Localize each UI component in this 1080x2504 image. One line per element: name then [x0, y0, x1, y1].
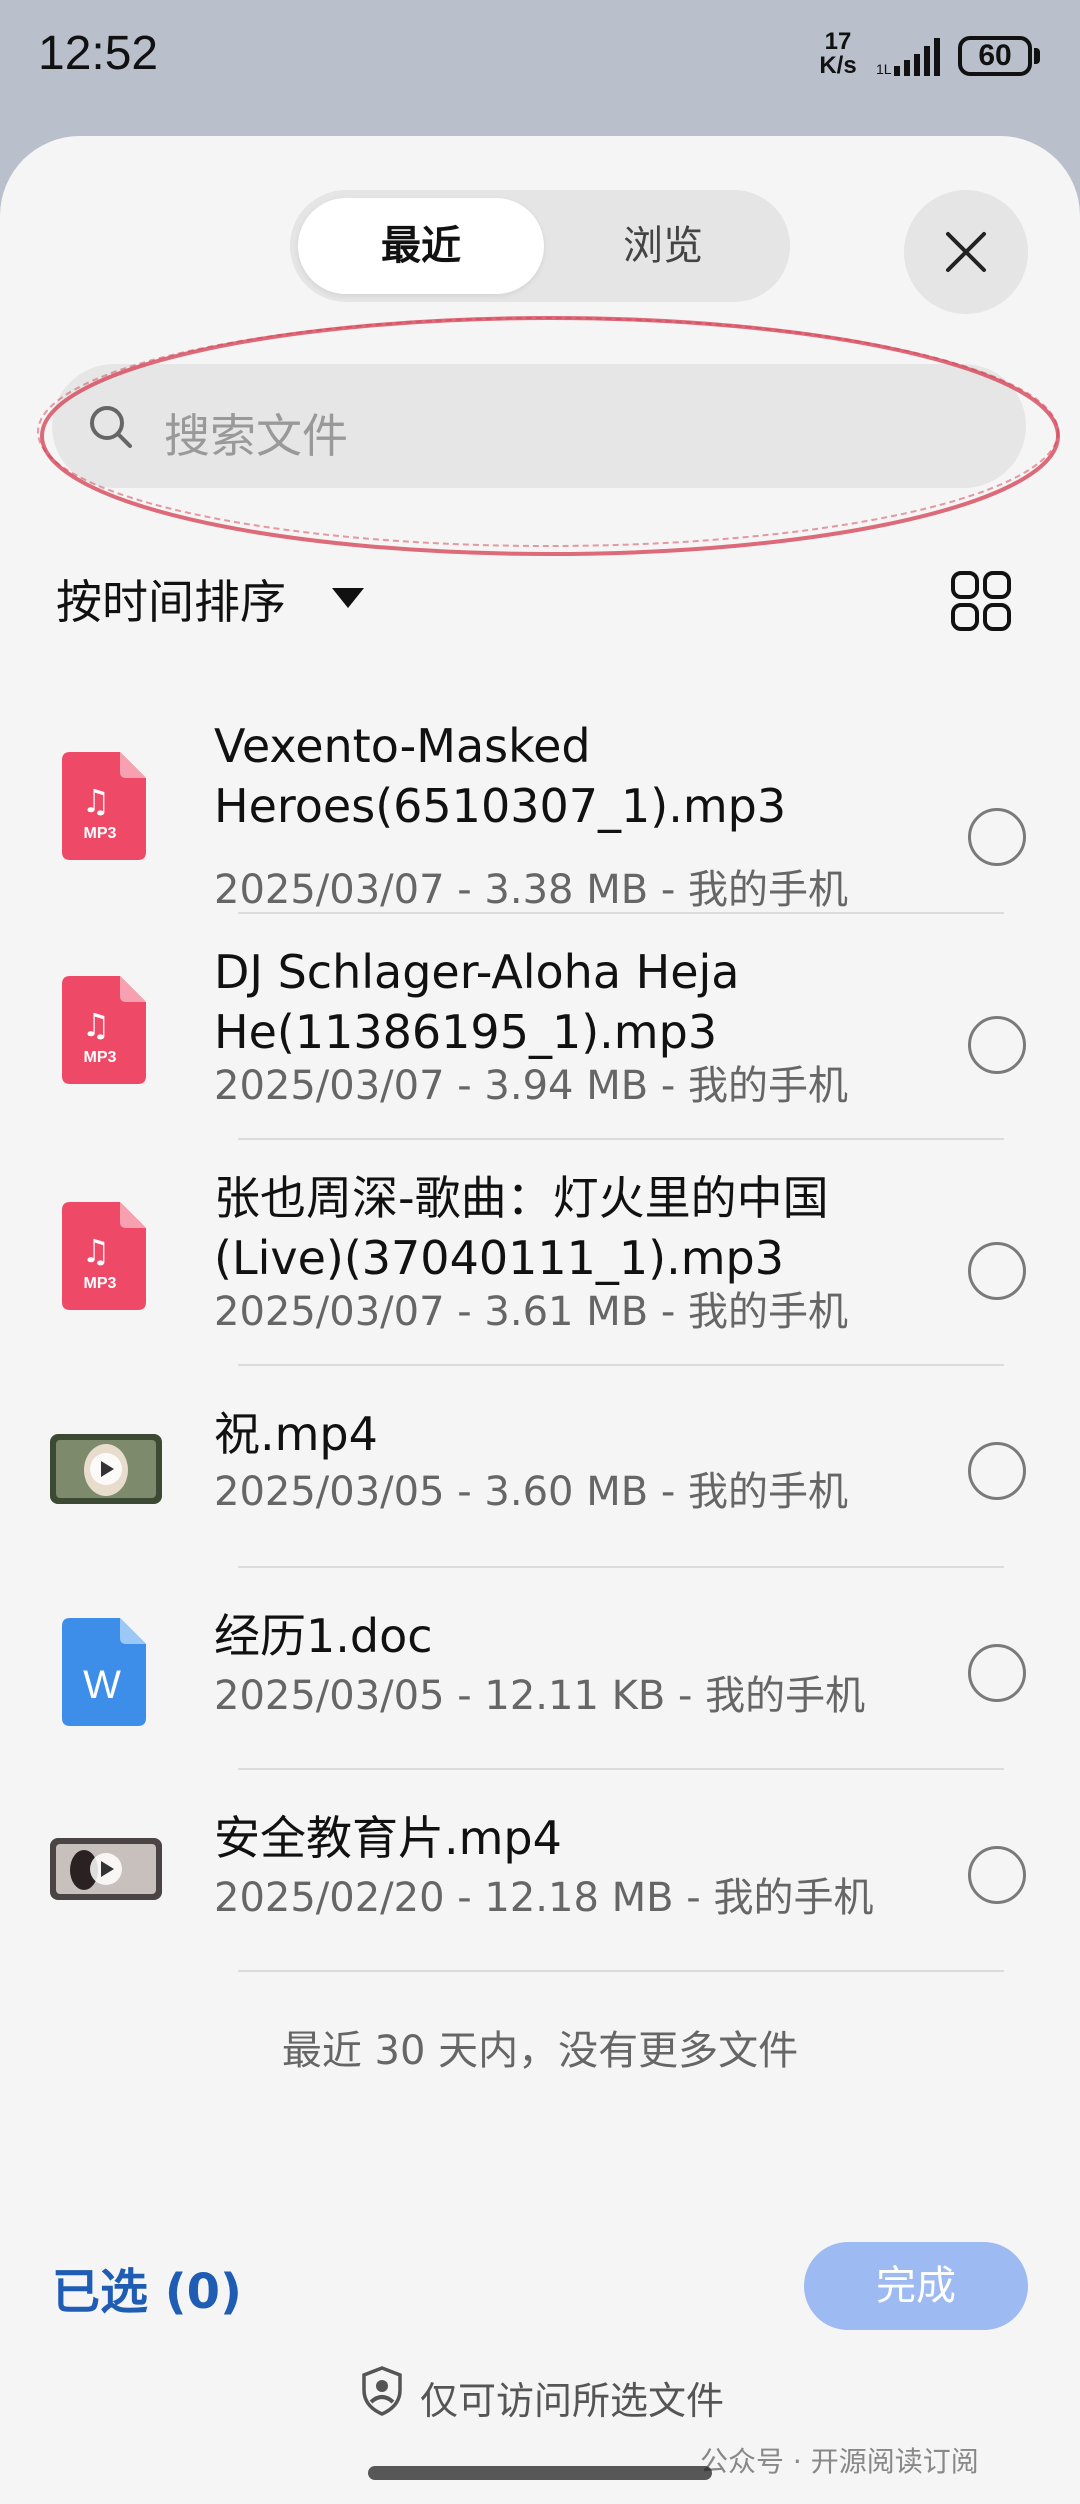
- divider: [238, 1364, 1004, 1366]
- file-name: 张也周深-歌曲：灯火里的中国(Live)(37040111_1).mp3: [214, 1171, 829, 1285]
- no-more-files-note: 最近 30 天内，没有更多文件: [281, 2028, 799, 2074]
- divider: [238, 1566, 1004, 1568]
- divider: [238, 1970, 1004, 1972]
- mp3-badge: MP3: [84, 1275, 117, 1292]
- home-indicator[interactable]: [368, 2466, 712, 2480]
- svg-text:1L: 1L: [876, 61, 892, 77]
- tab-switcher: 最近 浏览: [290, 190, 790, 302]
- done-button[interactable]: 完成: [804, 2242, 1028, 2330]
- network-speed-unit: K/s: [819, 52, 857, 79]
- file-name: 安全教育片.mp4: [214, 1811, 562, 1865]
- file-name: 祝.mp4: [214, 1407, 378, 1461]
- tab-browse[interactable]: 浏览: [544, 198, 782, 294]
- mp3-file-icon: ♫ MP3: [62, 752, 146, 860]
- battery-icon: 60: [958, 36, 1032, 76]
- network-speed-value: 17: [824, 28, 852, 55]
- mp3-file-icon: ♫ MP3: [62, 1202, 146, 1310]
- divider: [238, 1768, 1004, 1770]
- svg-text:♫: ♫: [82, 1232, 111, 1270]
- word-doc-icon: W: [62, 1618, 146, 1726]
- file-name: DJ Schlager-Aloha Heja He(11386195_1).mp…: [214, 945, 740, 1059]
- network-speed: 17 K/s: [814, 30, 862, 78]
- select-radio[interactable]: [968, 808, 1026, 866]
- wechat-watermark: 公众号 · 开源阅读订阅: [700, 2445, 979, 2478]
- file-meta: 2025/03/05 - 3.60 MB - 我的手机: [214, 1469, 849, 1515]
- privacy-text: 仅可访问所选文件: [420, 2379, 725, 2423]
- file-meta: 2025/03/07 - 3.38 MB - 我的手机: [214, 867, 849, 913]
- select-radio[interactable]: [968, 1644, 1026, 1702]
- select-radio[interactable]: [968, 1442, 1026, 1500]
- battery-tip: [1034, 48, 1040, 64]
- selected-count[interactable]: 已选 (0): [52, 2252, 242, 2322]
- mp3-badge: MP3: [84, 1049, 117, 1066]
- sort-selector[interactable]: 按时间排序: [56, 566, 286, 632]
- file-meta: 2025/02/20 - 12.18 MB - 我的手机: [214, 1875, 874, 1921]
- mp3-badge: MP3: [84, 825, 117, 842]
- divider: [238, 912, 1004, 914]
- video-thumbnail: [50, 1838, 162, 1900]
- select-radio[interactable]: [968, 1846, 1026, 1904]
- close-button[interactable]: [904, 190, 1028, 314]
- caret-down-icon[interactable]: [330, 586, 366, 610]
- mp3-file-icon: ♫ MP3: [62, 976, 146, 1084]
- doc-badge: W: [83, 1663, 121, 1707]
- grid-view-icon[interactable]: [950, 570, 1012, 632]
- file-name: Vexento-Masked Heroes(6510307_1).mp3: [214, 719, 787, 833]
- red-circle-annotation: [37, 316, 1060, 556]
- file-meta: 2025/03/07 - 3.94 MB - 我的手机: [214, 1063, 849, 1109]
- shield-user-icon: [362, 2366, 402, 2416]
- tab-recent[interactable]: 最近: [298, 198, 544, 294]
- close-icon: [946, 232, 986, 272]
- status-bar: 12:52 17 K/s 1L 60: [0, 0, 1080, 130]
- svg-text:♫: ♫: [82, 782, 111, 820]
- file-name: 经历1.doc: [214, 1609, 433, 1663]
- signal-icon: 1L: [876, 38, 940, 77]
- svg-text:♫: ♫: [82, 1006, 111, 1044]
- select-radio[interactable]: [968, 1016, 1026, 1074]
- select-radio[interactable]: [968, 1242, 1026, 1300]
- video-thumbnail: [50, 1434, 162, 1504]
- file-meta: 2025/03/05 - 12.11 KB - 我的手机: [214, 1673, 866, 1719]
- file-meta: 2025/03/07 - 3.61 MB - 我的手机: [214, 1289, 849, 1335]
- divider: [238, 1138, 1004, 1140]
- clock: 12:52: [38, 27, 159, 80]
